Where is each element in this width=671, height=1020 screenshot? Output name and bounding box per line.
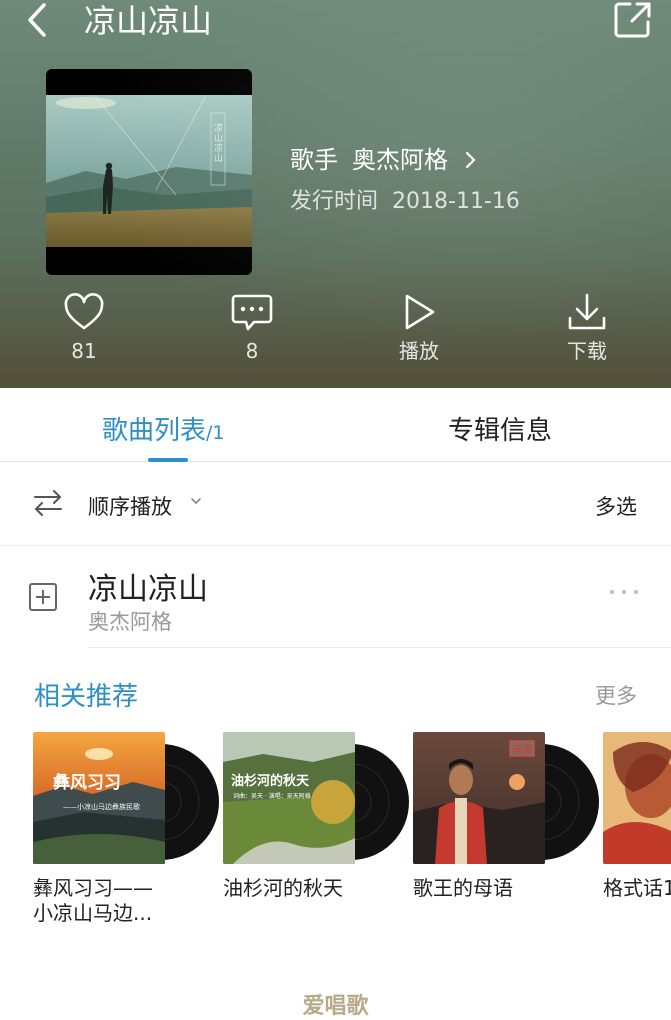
page-title: 凉山凉山 bbox=[84, 2, 213, 40]
play-order-label[interactable]: 顺序播放 bbox=[88, 491, 172, 521]
recommend-album-name: 歌王的母语 bbox=[413, 876, 513, 900]
album-tabs: 歌曲列表/1 专辑信息 bbox=[0, 388, 671, 462]
play-button[interactable]: 播放 bbox=[359, 292, 479, 364]
album-cover[interactable]: 凉山 凉山 bbox=[46, 69, 252, 275]
play-icon bbox=[405, 294, 435, 330]
recommend-album-art: 彝风习习 ——小凉山马边彝族民歌 bbox=[33, 732, 165, 864]
recommend-album-name: 彝风习习——小凉山马边... bbox=[33, 876, 153, 925]
recommend-album-item[interactable]: 彝风习习 ——小凉山马边彝族民歌 彝风习习——小凉山马边... bbox=[33, 732, 219, 926]
album-cover-caption: 凉山 凉山 bbox=[214, 124, 224, 164]
album-art-title: 油杉河的秋天 bbox=[231, 774, 310, 789]
multi-select-button[interactable]: 多选 bbox=[595, 491, 637, 521]
song-row[interactable]: 凉山凉山 奥杰阿格 bbox=[0, 546, 671, 648]
chevron-left-icon bbox=[28, 3, 46, 37]
recommend-more-button[interactable]: 更多 bbox=[595, 680, 637, 710]
artist-label: 歌手 bbox=[290, 146, 338, 174]
recommend-section-title: 相关推荐 bbox=[34, 682, 139, 712]
share-button[interactable] bbox=[613, 0, 653, 40]
recommend-album-name: 油杉河的秋天 bbox=[223, 876, 343, 900]
vinyl-disc-icon bbox=[351, 744, 409, 860]
vinyl-disc-icon bbox=[161, 744, 219, 860]
release-info: 发行时间 2018-11-16 bbox=[290, 183, 520, 215]
song-artist: 奥杰阿格 bbox=[88, 610, 172, 634]
tab-song-count: /1 bbox=[206, 422, 225, 444]
tab-song-list-label: 歌曲列表 bbox=[102, 416, 207, 446]
album-art-image bbox=[33, 732, 165, 864]
vinyl-disc-icon bbox=[541, 744, 599, 860]
recommend-album-thumb: 油杉河的秋天 词曲：吴天 · 演唱：吴天阿格 bbox=[223, 732, 409, 864]
comment-count: 8 bbox=[245, 339, 259, 363]
release-date: 2018-11-16 bbox=[392, 189, 520, 214]
tab-song-list[interactable]: 歌曲列表/1 bbox=[102, 410, 225, 447]
album-art-title: 母语 bbox=[509, 740, 535, 757]
back-button[interactable] bbox=[18, 0, 58, 42]
shuffle-order-icon[interactable] bbox=[32, 488, 64, 518]
album-art-title: 彝风习习 bbox=[53, 773, 121, 793]
play-label: 播放 bbox=[399, 339, 439, 363]
add-to-playlist-icon[interactable] bbox=[28, 582, 58, 612]
recommend-album-item[interactable]: 母语 歌王的母语 bbox=[413, 732, 599, 901]
share-external-icon bbox=[614, 2, 651, 38]
artist-name: 奥杰阿格 bbox=[352, 146, 448, 174]
album-art-image bbox=[603, 732, 671, 864]
recommend-album-name: 格式话1 bbox=[603, 876, 671, 900]
tab-album-info[interactable]: 专辑信息 bbox=[448, 410, 552, 447]
download-button[interactable]: 下载 bbox=[527, 292, 647, 364]
recommend-album-item[interactable]: 格式话1 bbox=[603, 732, 671, 901]
album-cover-image bbox=[46, 95, 252, 247]
album-header: 凉山凉山 凉山 凉山 歌手 奥杰阿格 发行时间 2018-11-16 81 8 … bbox=[0, 0, 671, 388]
heart-icon bbox=[64, 293, 104, 330]
like-button[interactable]: 81 bbox=[24, 292, 144, 364]
recommend-album-art: 油杉河的秋天 词曲：吴天 · 演唱：吴天阿格 bbox=[223, 732, 355, 864]
comment-button[interactable]: 8 bbox=[192, 292, 312, 364]
like-count: 81 bbox=[71, 339, 97, 363]
recommend-album-thumb: 母语 bbox=[413, 732, 599, 864]
chevron-right-icon bbox=[465, 151, 475, 169]
album-art-subtitle: 词曲：吴天 · 演唱：吴天阿格 bbox=[233, 793, 311, 800]
album-art-subtitle: ——小凉山马边彝族民歌 bbox=[63, 803, 140, 811]
play-order-bar: 顺序播放 多选 bbox=[0, 462, 671, 546]
divider bbox=[88, 647, 671, 648]
recommend-album-art bbox=[603, 732, 671, 864]
download-label: 下载 bbox=[567, 339, 607, 363]
watermark: 爱唱歌 bbox=[302, 994, 369, 1019]
download-icon bbox=[568, 293, 606, 330]
comment-icon bbox=[231, 294, 273, 331]
recommend-album-art: 母语 bbox=[413, 732, 545, 864]
recommend-album-thumb bbox=[603, 732, 671, 864]
recommend-album-item[interactable]: 油杉河的秋天 词曲：吴天 · 演唱：吴天阿格 油杉河的秋天 bbox=[223, 732, 409, 901]
recommend-album-thumb: 彝风习习 ——小凉山马边彝族民歌 bbox=[33, 732, 219, 864]
song-title: 凉山凉山 bbox=[88, 572, 208, 607]
artist-link[interactable]: 歌手 奥杰阿格 bbox=[290, 140, 478, 175]
release-label: 发行时间 bbox=[290, 189, 379, 214]
more-options-icon[interactable] bbox=[607, 586, 641, 598]
chevron-down-icon[interactable] bbox=[190, 495, 202, 507]
